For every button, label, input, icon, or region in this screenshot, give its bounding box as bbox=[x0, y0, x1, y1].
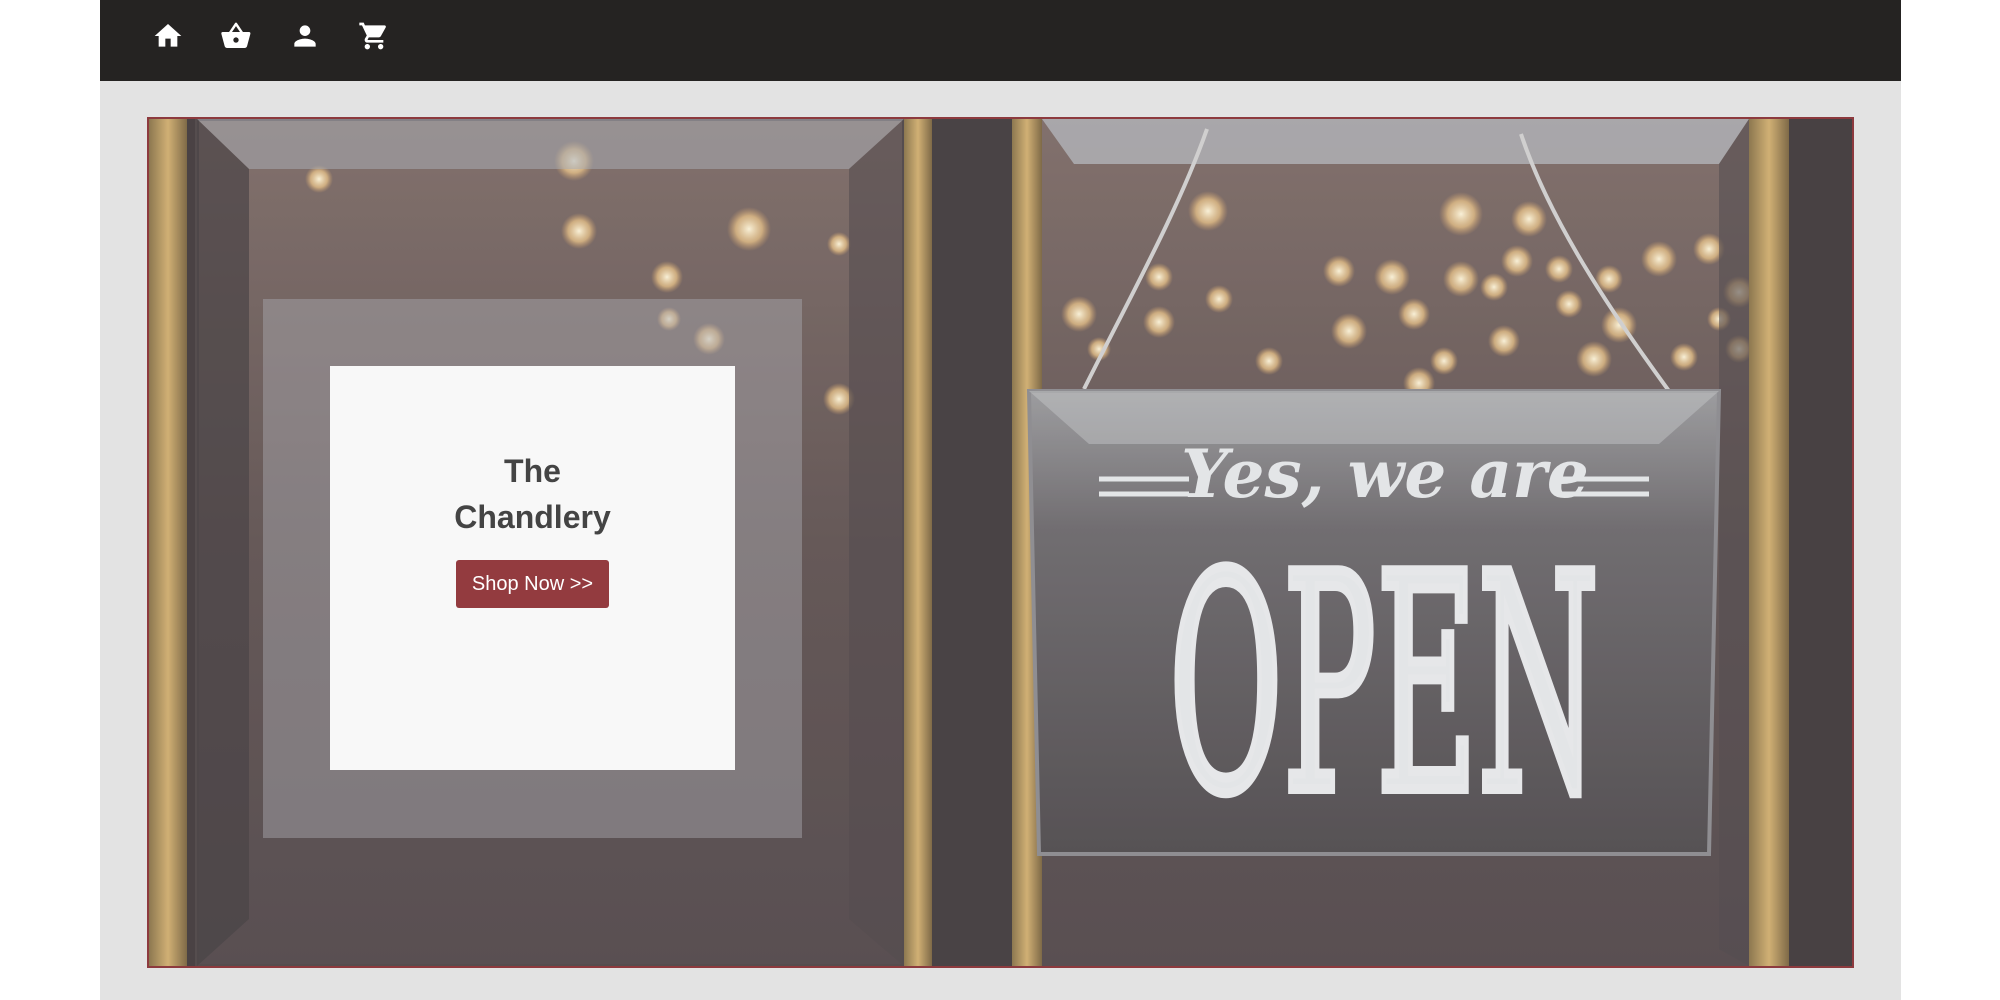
top-navbar bbox=[100, 0, 1901, 81]
home-icon[interactable] bbox=[152, 20, 184, 52]
page-frame: Yes, we are OPEN The Chandlery Shop Now … bbox=[100, 0, 1901, 1000]
hero-banner: Yes, we are OPEN The Chandlery Shop Now … bbox=[147, 117, 1854, 968]
store-title: The Chandlery bbox=[330, 366, 735, 540]
store-title-line1: The bbox=[504, 453, 561, 489]
basket-icon[interactable] bbox=[220, 20, 252, 52]
user-icon[interactable] bbox=[289, 20, 321, 52]
cart-icon[interactable] bbox=[358, 20, 390, 52]
store-title-line2: Chandlery bbox=[454, 499, 611, 535]
hero-overlay: The Chandlery Shop Now >> bbox=[263, 299, 802, 838]
shop-now-button[interactable]: Shop Now >> bbox=[455, 560, 610, 608]
hero-card: The Chandlery Shop Now >> bbox=[330, 366, 735, 770]
